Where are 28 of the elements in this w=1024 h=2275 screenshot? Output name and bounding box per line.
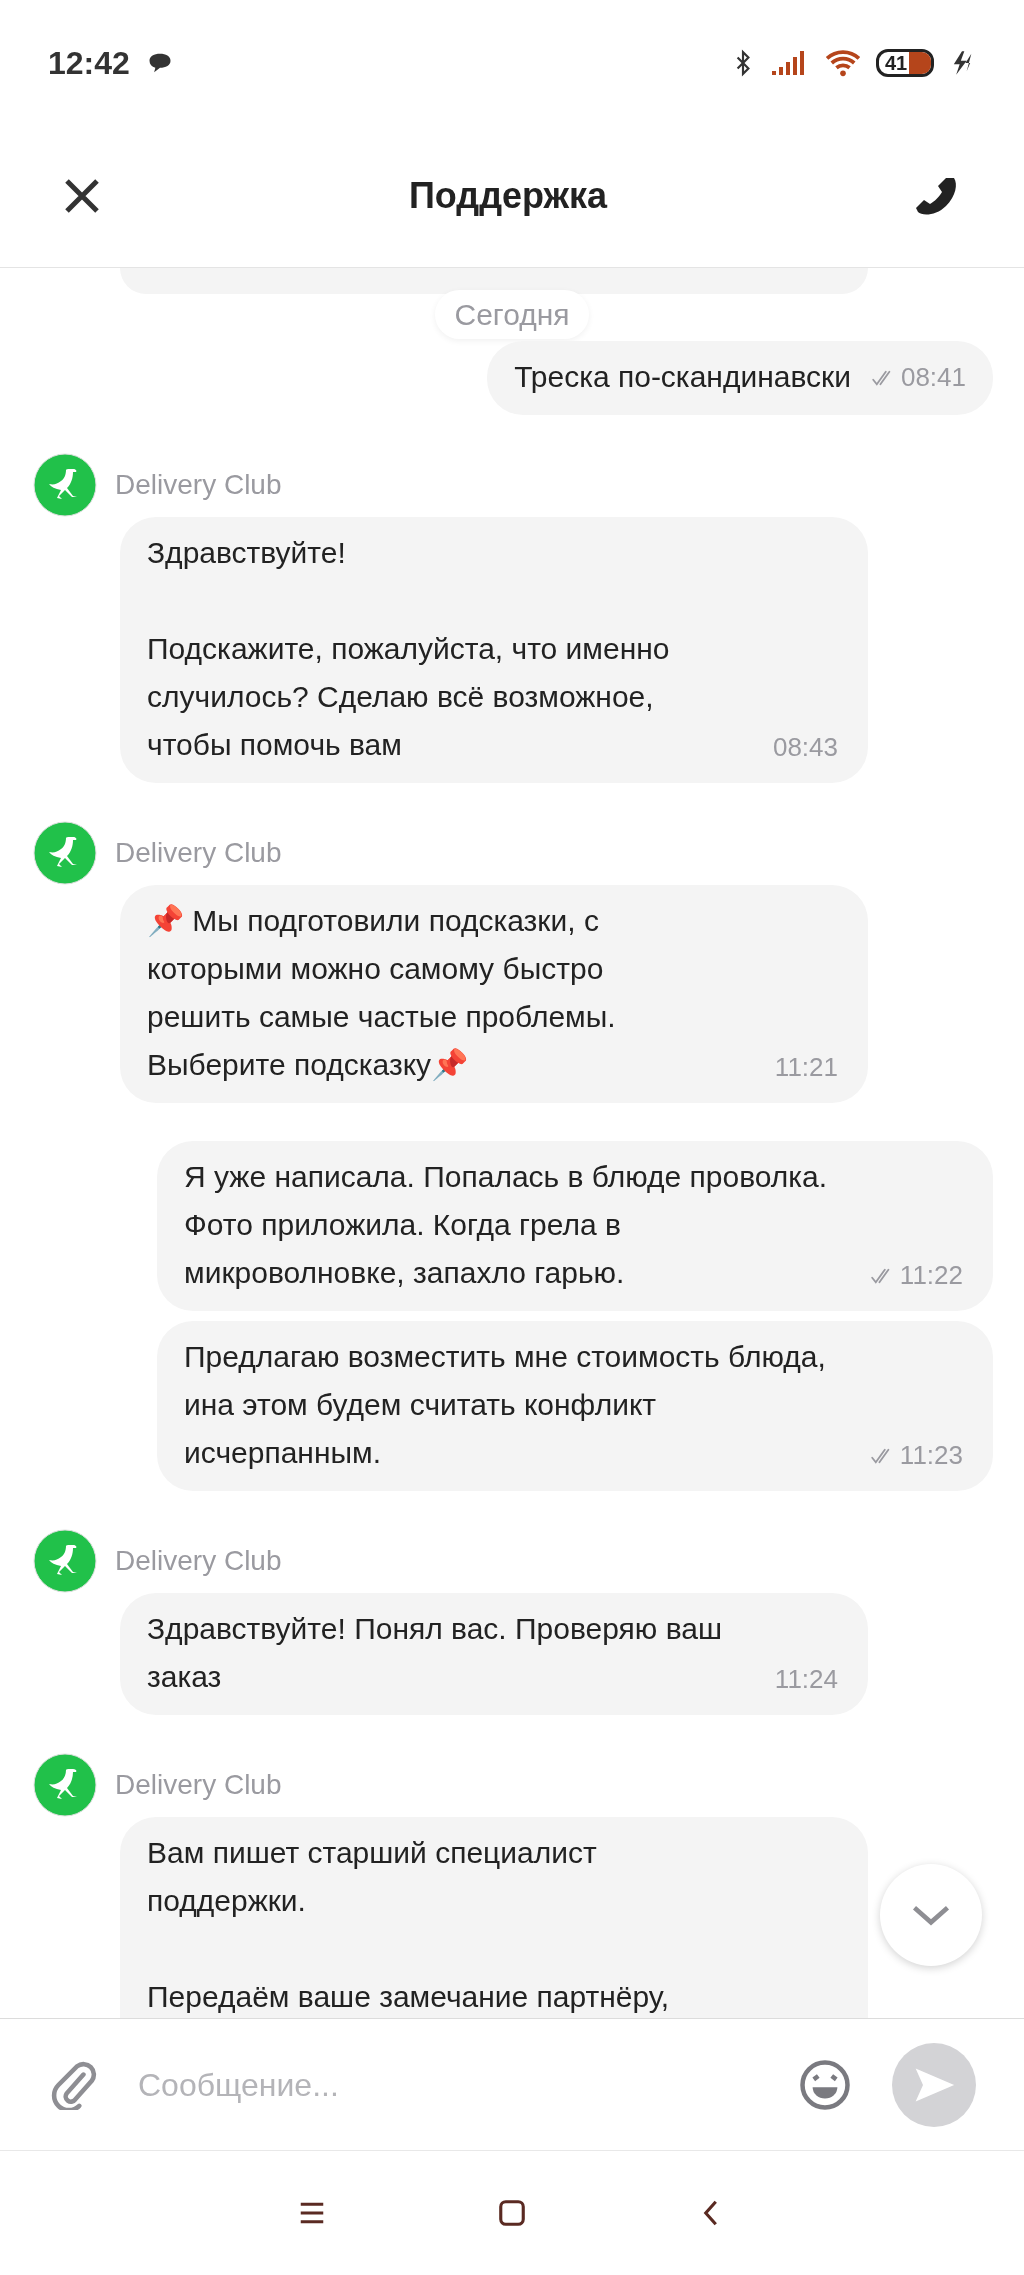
- ostrich-avatar-icon: [33, 1753, 97, 1817]
- wifi-icon: [824, 47, 862, 78]
- sender-name: Delivery Club: [115, 836, 282, 870]
- message-input-field[interactable]: Сообщение...: [138, 2060, 758, 2109]
- battery-indicator: 41: [876, 48, 934, 77]
- message-text: Здравствуйте! Понял вас. Проверяю ваш заказ: [147, 1611, 722, 1695]
- header-title: Поддержка: [408, 174, 608, 218]
- ostrich-avatar-icon: [33, 1529, 97, 1593]
- message-text: Здравствуйте! Подскажите, пожалуйста, что именно случилось? Сделаю всё возможное, чтобы помочь вам: [147, 535, 670, 763]
- ostrich-avatar-icon: [33, 821, 97, 885]
- message-time: 08:43: [772, 731, 838, 764]
- message-time: 08:41: [900, 361, 966, 394]
- home-square-icon[interactable]: [497, 2198, 527, 2228]
- message-time: 11:21: [774, 1051, 838, 1084]
- ostrich-avatar-icon: [33, 453, 97, 517]
- clock-time: 12:42: [48, 43, 130, 83]
- message-time: 11:24: [774, 1663, 838, 1696]
- message-time: 11:22: [899, 1259, 963, 1292]
- message-text: Предлагаю возместить мне стоимость блюда, ина этом будем считать конфликт исчерпанным.: [184, 1339, 826, 1471]
- sender-name: Delivery Club: [115, 468, 282, 502]
- message-text: Треска по-скандинавски: [514, 359, 851, 395]
- sender-name: Delivery Club: [115, 1544, 282, 1578]
- sender-name: Delivery Club: [115, 1768, 282, 1802]
- message-text: 📌 Мы подготовили подсказки, с которыми можно самому быстро решить самые частые проблемы. Выберите подсказку📌: [147, 903, 616, 1083]
- message-time: 11:23: [899, 1439, 963, 1472]
- message-text: Вам пишет старший специалист поддержки. Передаём ваше замечание партнёру,: [147, 1835, 670, 2015]
- smiley-icon[interactable]: [798, 2057, 852, 2112]
- message-text: Я уже написала. Попалась в блюде проволка. Фото приложила. Когда грела в микроволновке, запахло гарью.: [184, 1159, 828, 1291]
